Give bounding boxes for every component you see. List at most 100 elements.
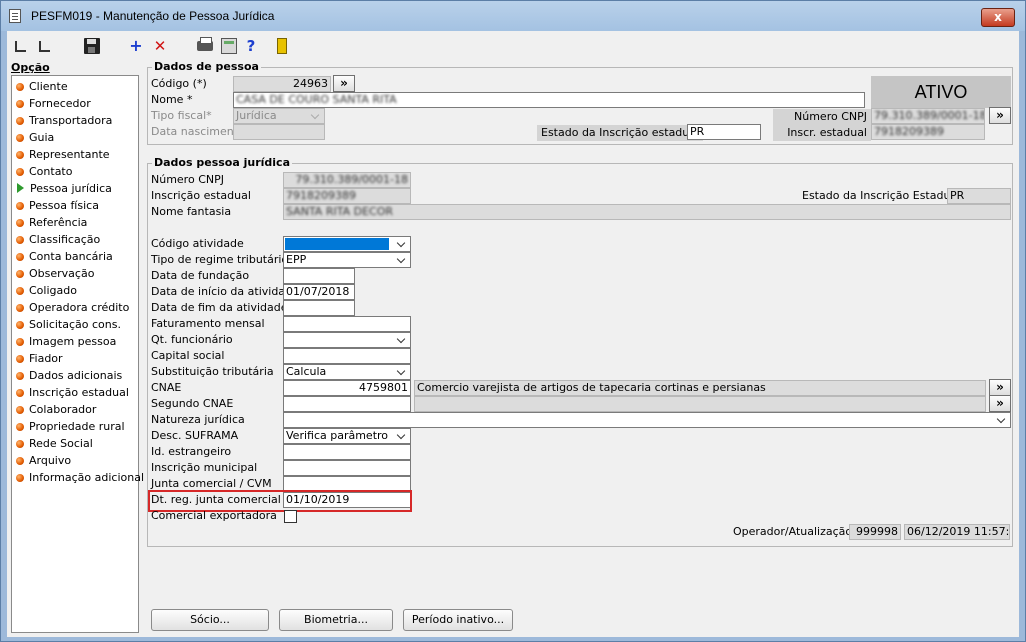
chevron-down-icon xyxy=(396,254,408,266)
fim-label: Data de fim da atividade xyxy=(151,301,288,314)
menu-item[interactable]: Dados adicionais xyxy=(16,368,122,384)
bullet-icon xyxy=(16,372,24,380)
fantasia-field[interactable]: SANTA RITA DECOR xyxy=(283,204,1011,220)
chevron-down-icon xyxy=(396,430,408,442)
funcionario-select[interactable] xyxy=(283,332,411,348)
regime-select[interactable]: EPP xyxy=(283,252,411,268)
atividade-label: Código atividade xyxy=(151,237,244,250)
menu-item-label: Imagem pessoa xyxy=(29,335,117,348)
menu-item[interactable]: Imagem pessoa xyxy=(16,334,116,350)
menu-item-label: Pessoa física xyxy=(29,199,99,212)
fim-field[interactable] xyxy=(283,300,355,316)
menu-item[interactable]: Informação adicional xyxy=(16,470,144,486)
cnpj-field[interactable]: 79.310.389/0001-18 xyxy=(871,108,985,124)
menu-item-label: Fiador xyxy=(29,352,63,365)
menu-item[interactable]: Cliente xyxy=(16,79,68,95)
menu-item[interactable]: Pessoa física xyxy=(16,198,99,214)
suframa-select[interactable]: Verifica parâmetro xyxy=(283,428,411,444)
menu-item[interactable]: Colaborador xyxy=(16,402,96,418)
title-bar[interactable]: PESFM019 - Manutenção de Pessoa Jurídica… xyxy=(1,1,1025,31)
menu-item[interactable]: Inscrição estadual xyxy=(16,385,129,401)
menu-item[interactable]: Propriedade rural xyxy=(16,419,125,435)
menu-item[interactable]: Solicitação cons. xyxy=(16,317,121,333)
delete-icon[interactable]: ✕ xyxy=(152,38,168,54)
menu-item[interactable]: Rede Social xyxy=(16,436,93,452)
save-icon[interactable] xyxy=(84,38,100,54)
menu-item-label: Operadora crédito xyxy=(29,301,130,314)
bullet-icon xyxy=(16,100,24,108)
codigo-search-button[interactable]: » xyxy=(333,75,355,92)
menu-item[interactable]: Arquivo xyxy=(16,453,71,469)
chevron-down-icon xyxy=(396,334,408,346)
exportadora-checkbox[interactable] xyxy=(284,510,297,523)
menu-item-label: Representante xyxy=(29,148,110,161)
capital-field[interactable] xyxy=(283,348,411,364)
estado-ie-field[interactable]: PR xyxy=(687,124,761,140)
print-icon[interactable] xyxy=(197,37,213,51)
cnae-desc-field: Comercio varejista de artigos de tapecar… xyxy=(414,380,986,396)
cnae2-more-button[interactable]: » xyxy=(989,395,1011,412)
menu-item[interactable]: Representante xyxy=(16,147,110,163)
jur-ie-field[interactable]: 7918209389 xyxy=(283,188,411,204)
menu-item[interactable]: Coligado xyxy=(16,283,77,299)
menu-item[interactable]: Referência xyxy=(16,215,87,231)
help-icon[interactable]: ? xyxy=(243,38,259,54)
calculator-icon[interactable] xyxy=(221,38,237,54)
inicio-field[interactable]: 01/07/2018 xyxy=(283,284,355,300)
suframa-label: Desc. SUFRAMA xyxy=(151,429,239,442)
menu-item-label: Solicitação cons. xyxy=(29,318,121,331)
client-area: + ✕ ? Opção Cliente Fornecedor Transportad… xyxy=(7,31,1019,637)
codigo-field[interactable]: 24963 xyxy=(233,76,331,92)
municipal-field[interactable] xyxy=(283,460,411,476)
menu-item[interactable]: Fiador xyxy=(16,351,63,367)
menu-item[interactable]: Classificação xyxy=(16,232,100,248)
cnae2-field[interactable] xyxy=(283,396,411,412)
bullet-icon xyxy=(16,474,24,482)
atividade-select[interactable] xyxy=(283,236,411,252)
natureza-select[interactable] xyxy=(283,412,1011,428)
nome-field[interactable]: CASA DE COURO SANTA RITA xyxy=(233,92,865,108)
menu-item[interactable]: Pessoa jurídica xyxy=(16,181,112,197)
faturamento-field[interactable] xyxy=(283,316,411,332)
bullet-icon xyxy=(16,270,24,278)
tipo-fiscal-select[interactable]: Jurídica xyxy=(233,108,325,124)
menu-item-label: Pessoa jurídica xyxy=(30,182,112,195)
close-button[interactable]: x xyxy=(981,8,1015,27)
estrangeiro-field[interactable] xyxy=(283,444,411,460)
cnpj-more-button[interactable]: » xyxy=(989,107,1011,124)
periodo-inativo-button[interactable]: Período inativo... xyxy=(403,609,513,631)
fundacao-field[interactable] xyxy=(283,268,355,284)
inicio-label: Data de início da atividade xyxy=(151,285,299,298)
cnae-field[interactable]: 4759801 xyxy=(283,380,411,396)
bullet-icon xyxy=(16,457,24,465)
menu-item-label: Referência xyxy=(29,216,88,229)
navigate-grid-icon[interactable] xyxy=(37,38,53,54)
exportadora-label: Comercial exportadora xyxy=(151,509,277,522)
add-icon[interactable]: + xyxy=(128,38,144,54)
nascimento-label: Data nascimento xyxy=(151,125,245,138)
menu-item-label: Inscrição estadual xyxy=(29,386,129,399)
bullet-icon xyxy=(16,117,24,125)
exit-icon[interactable] xyxy=(277,38,287,54)
jur-cnpj-field[interactable]: 79.310.389/0001-18 xyxy=(283,172,411,188)
menu-item[interactable]: Fornecedor xyxy=(16,96,91,112)
navigate-first-icon[interactable] xyxy=(13,38,29,54)
menu-item-label: Informação adicional xyxy=(29,471,145,484)
subst-select[interactable]: Calcula xyxy=(283,364,411,380)
menu-item[interactable]: Transportadora xyxy=(16,113,112,129)
menu-item[interactable]: Observação xyxy=(16,266,94,282)
menu-item[interactable]: Guia xyxy=(16,130,54,146)
jur-cnpj-label: Número CNPJ xyxy=(151,173,224,186)
junta-label: Junta comercial / CVM xyxy=(151,477,272,490)
cnae-more-button[interactable]: » xyxy=(989,379,1011,396)
ie-field[interactable]: 7918209389 xyxy=(871,124,985,140)
menu-item[interactable]: Contato xyxy=(16,164,72,180)
socio-button[interactable]: Sócio... xyxy=(151,609,269,631)
nascimento-field[interactable] xyxy=(233,124,325,140)
menu-item[interactable]: Operadora crédito xyxy=(16,300,129,316)
biometria-button[interactable]: Biometria... xyxy=(279,609,393,631)
menu-item[interactable]: Conta bancária xyxy=(16,249,113,265)
arrow-right-icon xyxy=(17,183,24,193)
jur-estado-ie-field[interactable]: PR xyxy=(947,188,1011,204)
menu-item-label: Transportadora xyxy=(29,114,113,127)
